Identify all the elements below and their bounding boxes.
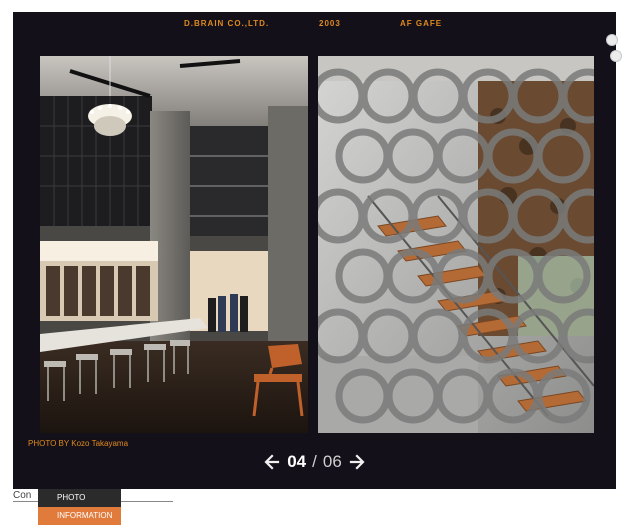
header-project: AF GAFE — [400, 19, 443, 28]
arrow-left-icon[interactable] — [263, 453, 281, 471]
pager: 04 / 06 — [13, 450, 616, 474]
photo-left — [40, 56, 308, 433]
menu-item-photo[interactable]: PHOTO — [38, 489, 121, 507]
side-dot — [606, 34, 618, 46]
menu-item-information[interactable]: INFORMATION — [38, 507, 121, 525]
photo-right — [318, 56, 594, 433]
page-current: 04 — [287, 452, 307, 471]
photo-credit: PHOTO BY Kozo Takayama — [28, 439, 129, 448]
header-year: 2003 — [319, 19, 341, 28]
page-total: 06 — [322, 452, 342, 471]
header-company: D.BRAIN CO.,LTD. — [184, 19, 270, 28]
bottom-menu: PHOTO INFORMATION — [38, 489, 121, 525]
arrow-right-icon[interactable] — [348, 453, 366, 471]
side-dot — [610, 50, 622, 62]
gallery-panel: D.BRAIN CO.,LTD. 2003 AF GAFE PHOTO BY K… — [13, 12, 616, 489]
page-separator: / — [312, 452, 317, 471]
